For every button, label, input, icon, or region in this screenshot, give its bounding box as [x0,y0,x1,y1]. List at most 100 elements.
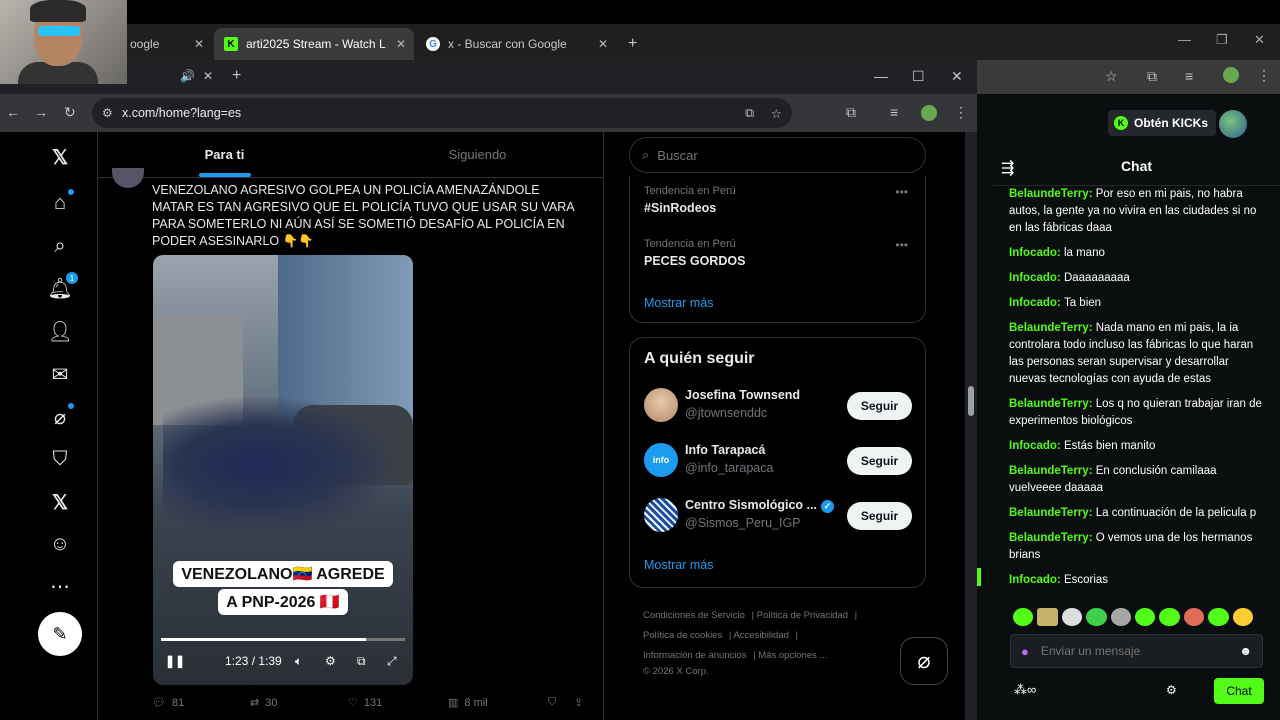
emote-icon[interactable] [1135,608,1156,626]
browser-tab-google[interactable]: oogle ✕ [120,28,212,60]
address-bar[interactable]: ⚙ x.com/home?lang=es ☆ ⧉ [92,98,792,128]
notifications-icon[interactable]: 🔔︎ 1 [47,272,78,300]
chat-message-input[interactable] [1040,644,1240,658]
get-kicks-button[interactable]: K Obtén KICKs [1108,110,1217,136]
minimize-icon[interactable]: — [874,68,888,84]
footer-link[interactable]: Política de Privacidad [757,610,848,621]
emote-icon[interactable] [1159,608,1180,626]
views-button[interactable]: ▥ 8 mil [448,696,488,710]
close-window-icon[interactable]: ✕ [1254,32,1265,48]
messages-icon[interactable]: ✉ [48,362,72,386]
pause-icon[interactable]: ❚❚ [165,654,185,668]
avatar[interactable] [644,498,678,532]
close-icon[interactable]: ✕ [598,37,608,51]
show-more-link[interactable]: Mostrar más [644,296,713,310]
avatar[interactable]: info [644,443,678,477]
profile-icon[interactable]: ☺ [48,532,72,556]
emote-icon[interactable] [1086,608,1107,626]
chat-username[interactable]: Infocado [1009,440,1057,452]
follow-button[interactable]: Seguir [847,502,912,530]
follow-suggestion[interactable]: Josefina Townsend @jtownsenddc Seguir [644,384,914,424]
close-icon[interactable]: ✕ [203,69,213,83]
footer-link[interactable]: Más opciones ... [758,650,827,661]
back-arrow-icon[interactable]: ← [6,104,20,120]
chat-username[interactable]: BelaundeTerry [1009,322,1089,334]
volume-icon[interactable]: 🔈︎ [295,654,302,669]
install-icon[interactable]: ⧉ [745,106,754,121]
menu-dots-icon[interactable]: ⋮ [1257,67,1271,84]
star-icon[interactable]: ☆ [771,106,782,121]
chat-username[interactable]: BelaundeTerry [1009,532,1089,544]
emote-icon[interactable] [1061,608,1083,626]
extensions-icon[interactable]: ⧉ [1147,68,1157,85]
new-tab-icon[interactable]: + [232,67,241,85]
menu-dots-icon[interactable]: ⋮ [954,104,968,121]
grok-icon[interactable]: ⌀ [48,403,74,429]
star-icon[interactable]: ☆ [1105,68,1118,85]
extensions-icon[interactable]: ⧉ [846,104,856,121]
reload-icon[interactable]: ↻ [64,104,76,121]
maximize-icon[interactable]: ❐ [1216,32,1228,48]
scrollbar-thumb[interactable] [968,386,974,416]
avatar[interactable] [1219,110,1247,138]
gear-icon[interactable]: ⚙ [325,654,336,668]
emote-icon[interactable] [1013,608,1034,626]
search-input[interactable] [657,147,925,163]
tab-siguiendo[interactable]: Siguiendo [351,132,604,177]
x-logo-icon[interactable]: 𝕏 [48,145,72,169]
chat-tools-icon[interactable]: ⁂∞ [1014,682,1036,698]
more-options-icon[interactable]: ••• [895,185,908,199]
communities-icon[interactable]: 👤︎ [47,319,72,343]
avatar[interactable] [112,168,144,188]
chat-username[interactable]: Infocado [1009,272,1057,284]
footer-link[interactable]: Accesibilidad [733,630,788,641]
trend-item[interactable]: Tendencia en Perú #SinRodeos ••• [644,185,914,215]
tweet-video[interactable]: VENEZOLANO🇻🇪 AGREDE A PNP-2026 🇵🇪 ❚❚ 1:2… [153,255,413,685]
avatar[interactable] [644,388,678,422]
premium-icon[interactable]: 𝕏 [48,490,72,514]
video-progress-bar[interactable] [161,638,405,641]
home-icon[interactable]: ⌂ [48,189,74,215]
emote-icon[interactable] [1232,608,1254,626]
minimize-icon[interactable]: — [1178,32,1191,47]
footer-link[interactable]: Información de anuncios [643,650,747,661]
scrollbar[interactable] [965,132,977,720]
chat-username[interactable]: BelaundeTerry [1009,398,1089,410]
close-window-icon[interactable]: ✕ [951,68,963,85]
emoji-icon[interactable]: ☻ [1239,644,1252,658]
profile-icon[interactable] [1223,67,1239,83]
follow-button[interactable]: Seguir [847,392,912,420]
chat-input-box[interactable]: ● ☻ [1010,634,1263,668]
maximize-icon[interactable]: ☐ [912,68,925,85]
new-tab-button[interactable]: + [618,28,647,60]
browser-tab-kick[interactable]: K arti2025 Stream - Watch Live or ✕ [214,28,414,60]
more-icon[interactable]: ⋯ [48,574,72,598]
audio-icon[interactable]: 🔊 [180,69,195,83]
search-icon[interactable]: ⌕ [48,234,72,258]
browser-tab-google-search[interactable]: G x - Buscar con Google ✕ [416,28,616,60]
show-more-link[interactable]: Mostrar más [644,558,713,572]
close-icon[interactable]: ✕ [194,37,204,51]
send-chat-button[interactable]: Chat [1214,678,1264,704]
repost-button[interactable]: ⇄ 30 [250,696,277,710]
chat-username[interactable]: BelaundeTerry [1009,188,1089,200]
grok-button[interactable]: ⌀ [900,637,948,685]
chat-username[interactable]: Infocado [1009,574,1057,586]
footer-link[interactable]: Condiciones de Servicio [643,610,745,621]
like-button[interactable]: ♡ 131 [348,696,382,710]
forward-arrow-icon[interactable]: → [34,104,48,120]
gear-icon[interactable]: ⚙ [1166,683,1177,697]
emote-icon[interactable] [1208,608,1229,626]
follow-button[interactable]: Seguir [847,447,912,475]
search-box[interactable]: ⌕ [629,137,926,173]
emote-icon[interactable] [1037,608,1058,626]
follow-suggestion[interactable]: info Info Tarapacá @info_tarapaca Seguir [644,439,914,479]
profile-icon[interactable] [921,105,937,121]
media-icon[interactable]: ≡ [1185,68,1193,84]
media-icon[interactable]: ≡ [890,104,898,120]
emote-icon[interactable] [1110,608,1132,626]
share-icon[interactable]: ⇪ [574,696,583,709]
post-button[interactable]: ✎ [38,612,82,656]
chat-username[interactable]: BelaundeTerry [1009,507,1089,519]
chat-username[interactable]: BelaundeTerry [1009,465,1089,477]
